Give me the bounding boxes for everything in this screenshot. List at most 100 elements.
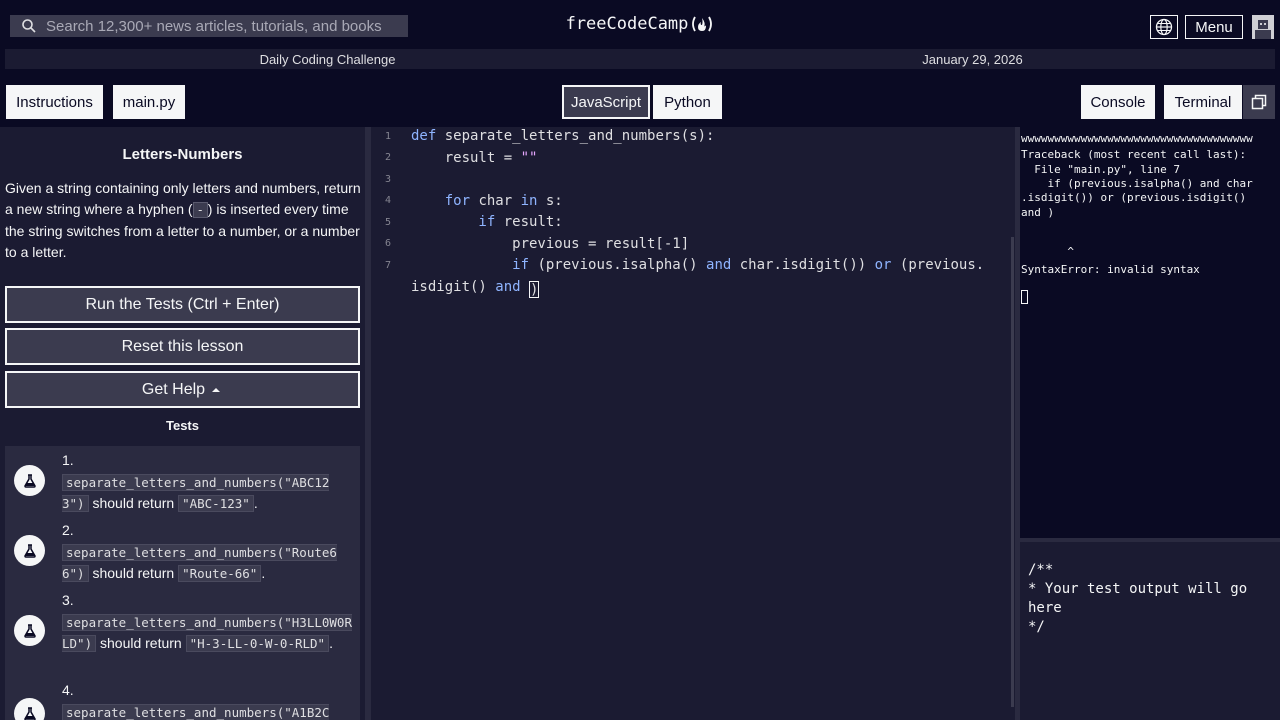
test-call: separate_letters_and_numbers("A1B2C3")	[62, 704, 330, 720]
output-line: /**	[1028, 562, 1054, 578]
code-text: (previous.	[891, 257, 985, 273]
line-number: 6	[384, 238, 391, 249]
test-output-pane: /** * Your test output will go here */	[1020, 542, 1280, 720]
challenge-date: January 29, 2026	[922, 51, 1023, 67]
brand-logo[interactable]: freeCodeCamp	[566, 14, 715, 34]
terminal-line: File "main.py", line 7	[1021, 163, 1180, 176]
beaker-icon	[14, 615, 45, 646]
code-line: if result:	[411, 214, 563, 230]
search-input[interactable]	[46, 17, 408, 35]
terminal-pane[interactable]: wwwwwwwwwwwwwwwwwwwwwwwwwwwwwwwwwww Trac…	[1020, 127, 1280, 538]
keyword: and	[495, 279, 521, 295]
code-text: result =	[411, 150, 521, 166]
menu-button[interactable]: Menu	[1185, 15, 1243, 39]
test-number: 3.	[62, 592, 74, 608]
keyword: for	[411, 193, 471, 209]
terminal-line: .isdigit()) or (previous.isdigit()	[1021, 191, 1247, 204]
get-help-label: Get Help	[141, 380, 206, 398]
code-line: previous = result[-1]	[411, 236, 690, 252]
test-text: should return	[92, 565, 175, 581]
tab-console[interactable]: Console	[1081, 85, 1155, 119]
challenge-label: Daily Coding Challenge	[259, 51, 396, 67]
code-line: result = ""	[411, 150, 538, 166]
test-description: separate_letters_and_numbers("H3LL0W0RLD…	[62, 612, 352, 654]
lesson-title: Letters-Numbers	[122, 146, 243, 163]
line-number: 1	[384, 131, 391, 142]
keyword: and	[706, 257, 732, 273]
code-editor[interactable]: 1 2 3 4 5 6 7 def separate_letters_and_n…	[371, 127, 1015, 720]
line-number: 3	[384, 174, 391, 185]
test-description: separate_letters_and_numbers("Route66") …	[62, 542, 352, 584]
code-text: isdigit()	[411, 279, 496, 295]
search-icon	[21, 18, 37, 34]
code-line: def separate_letters_and_numbers(s):	[411, 128, 714, 144]
test-number: 4.	[62, 682, 74, 698]
code-text: result:	[495, 214, 563, 230]
lang-javascript-button[interactable]: JavaScript	[562, 85, 650, 119]
test-item: 2. separate_letters_and_numbers("Route66…	[5, 516, 360, 586]
get-help-button[interactable]: Get Help	[5, 371, 360, 408]
brand-text: freeCodeCamp	[565, 14, 689, 34]
code-text: char	[470, 193, 521, 209]
test-number: 1.	[62, 452, 74, 468]
top-navbar: freeCodeCamp Menu	[0, 0, 1280, 44]
test-text: should return	[92, 495, 175, 511]
keyword: def	[411, 128, 437, 144]
terminal-line: Traceback (most recent call last):	[1021, 148, 1247, 161]
line-number: 5	[384, 217, 391, 228]
popout-button[interactable]	[1243, 85, 1275, 119]
code-line: isdigit() and )	[411, 279, 540, 298]
test-expected: "H-3-LL-0-W-0-RLD"	[185, 635, 330, 652]
output-line: * Your test output will go	[1028, 581, 1248, 597]
code-line: if (previous.isalpha() and char.isdigit(…	[411, 257, 984, 273]
keyword: if	[411, 214, 496, 230]
challenge-bar: Daily Coding Challenge January 29, 2026	[5, 49, 1275, 69]
beaker-icon	[14, 698, 45, 720]
line-number: 7	[384, 260, 391, 271]
instructions-pane: Letters-Numbers Given a string containin…	[0, 127, 365, 720]
code-text: char.isdigit())	[731, 257, 875, 273]
line-number: 4	[384, 195, 391, 206]
keyword: in	[520, 193, 538, 209]
tab-terminal[interactable]: Terminal	[1164, 85, 1242, 119]
reset-lesson-button[interactable]: Reset this lesson	[5, 328, 360, 365]
keyword: or	[874, 257, 892, 273]
globe-icon	[1155, 18, 1173, 36]
test-text: .	[261, 565, 266, 581]
tab-main-py[interactable]: main.py	[113, 85, 185, 119]
tab-instructions[interactable]: Instructions	[6, 85, 103, 119]
terminal-line: if (previous.isalpha() and char	[1021, 177, 1253, 190]
test-item: 3. separate_letters_and_numbers("H3LL0W0…	[5, 586, 360, 676]
code-text: (previous.isalpha()	[529, 257, 707, 273]
code-text: separate_letters_and_numbers(s):	[436, 128, 715, 144]
test-expected: "ABC-123"	[178, 495, 254, 512]
terminal-line: ^	[1021, 245, 1074, 258]
test-item: 1. separate_letters_and_numbers("ABC123"…	[5, 446, 360, 516]
test-description: separate_letters_and_numbers("A1B2C3")	[62, 702, 352, 720]
fire-icon	[692, 16, 713, 32]
language-button[interactable]	[1150, 15, 1178, 39]
search-bar[interactable]	[10, 15, 408, 37]
run-tests-button[interactable]: Run the Tests (Ctrl + Enter)	[5, 286, 360, 323]
lang-python-button[interactable]: Python	[653, 85, 722, 119]
terminal-line: and )	[1021, 206, 1055, 219]
test-text: .	[253, 495, 258, 511]
output-line: */	[1028, 619, 1045, 635]
hyphen-code: -	[192, 202, 208, 218]
beaker-icon	[14, 465, 45, 496]
window-popout-icon	[1251, 94, 1267, 110]
terminal-line: SyntaxError: invalid syntax	[1021, 263, 1200, 276]
caret-up-icon	[212, 387, 221, 392]
avatar[interactable]	[1252, 15, 1274, 39]
editor-scrollbar[interactable]	[1011, 237, 1014, 707]
terminal-line: wwwwwwwwwwwwwwwwwwwwwwwwwwwwwwwwwww	[1021, 132, 1253, 145]
output-line: here	[1028, 600, 1062, 616]
code-text: s:	[537, 193, 563, 209]
test-expected: "Route-66"	[178, 565, 262, 582]
keyword: if	[411, 257, 530, 273]
test-text: should return	[100, 635, 182, 651]
user-avatar-icon	[1255, 20, 1271, 39]
test-text: .	[329, 635, 333, 651]
test-number: 2.	[62, 522, 74, 538]
test-item: 4. separate_letters_and_numbers("A1B2C3"…	[5, 676, 360, 720]
